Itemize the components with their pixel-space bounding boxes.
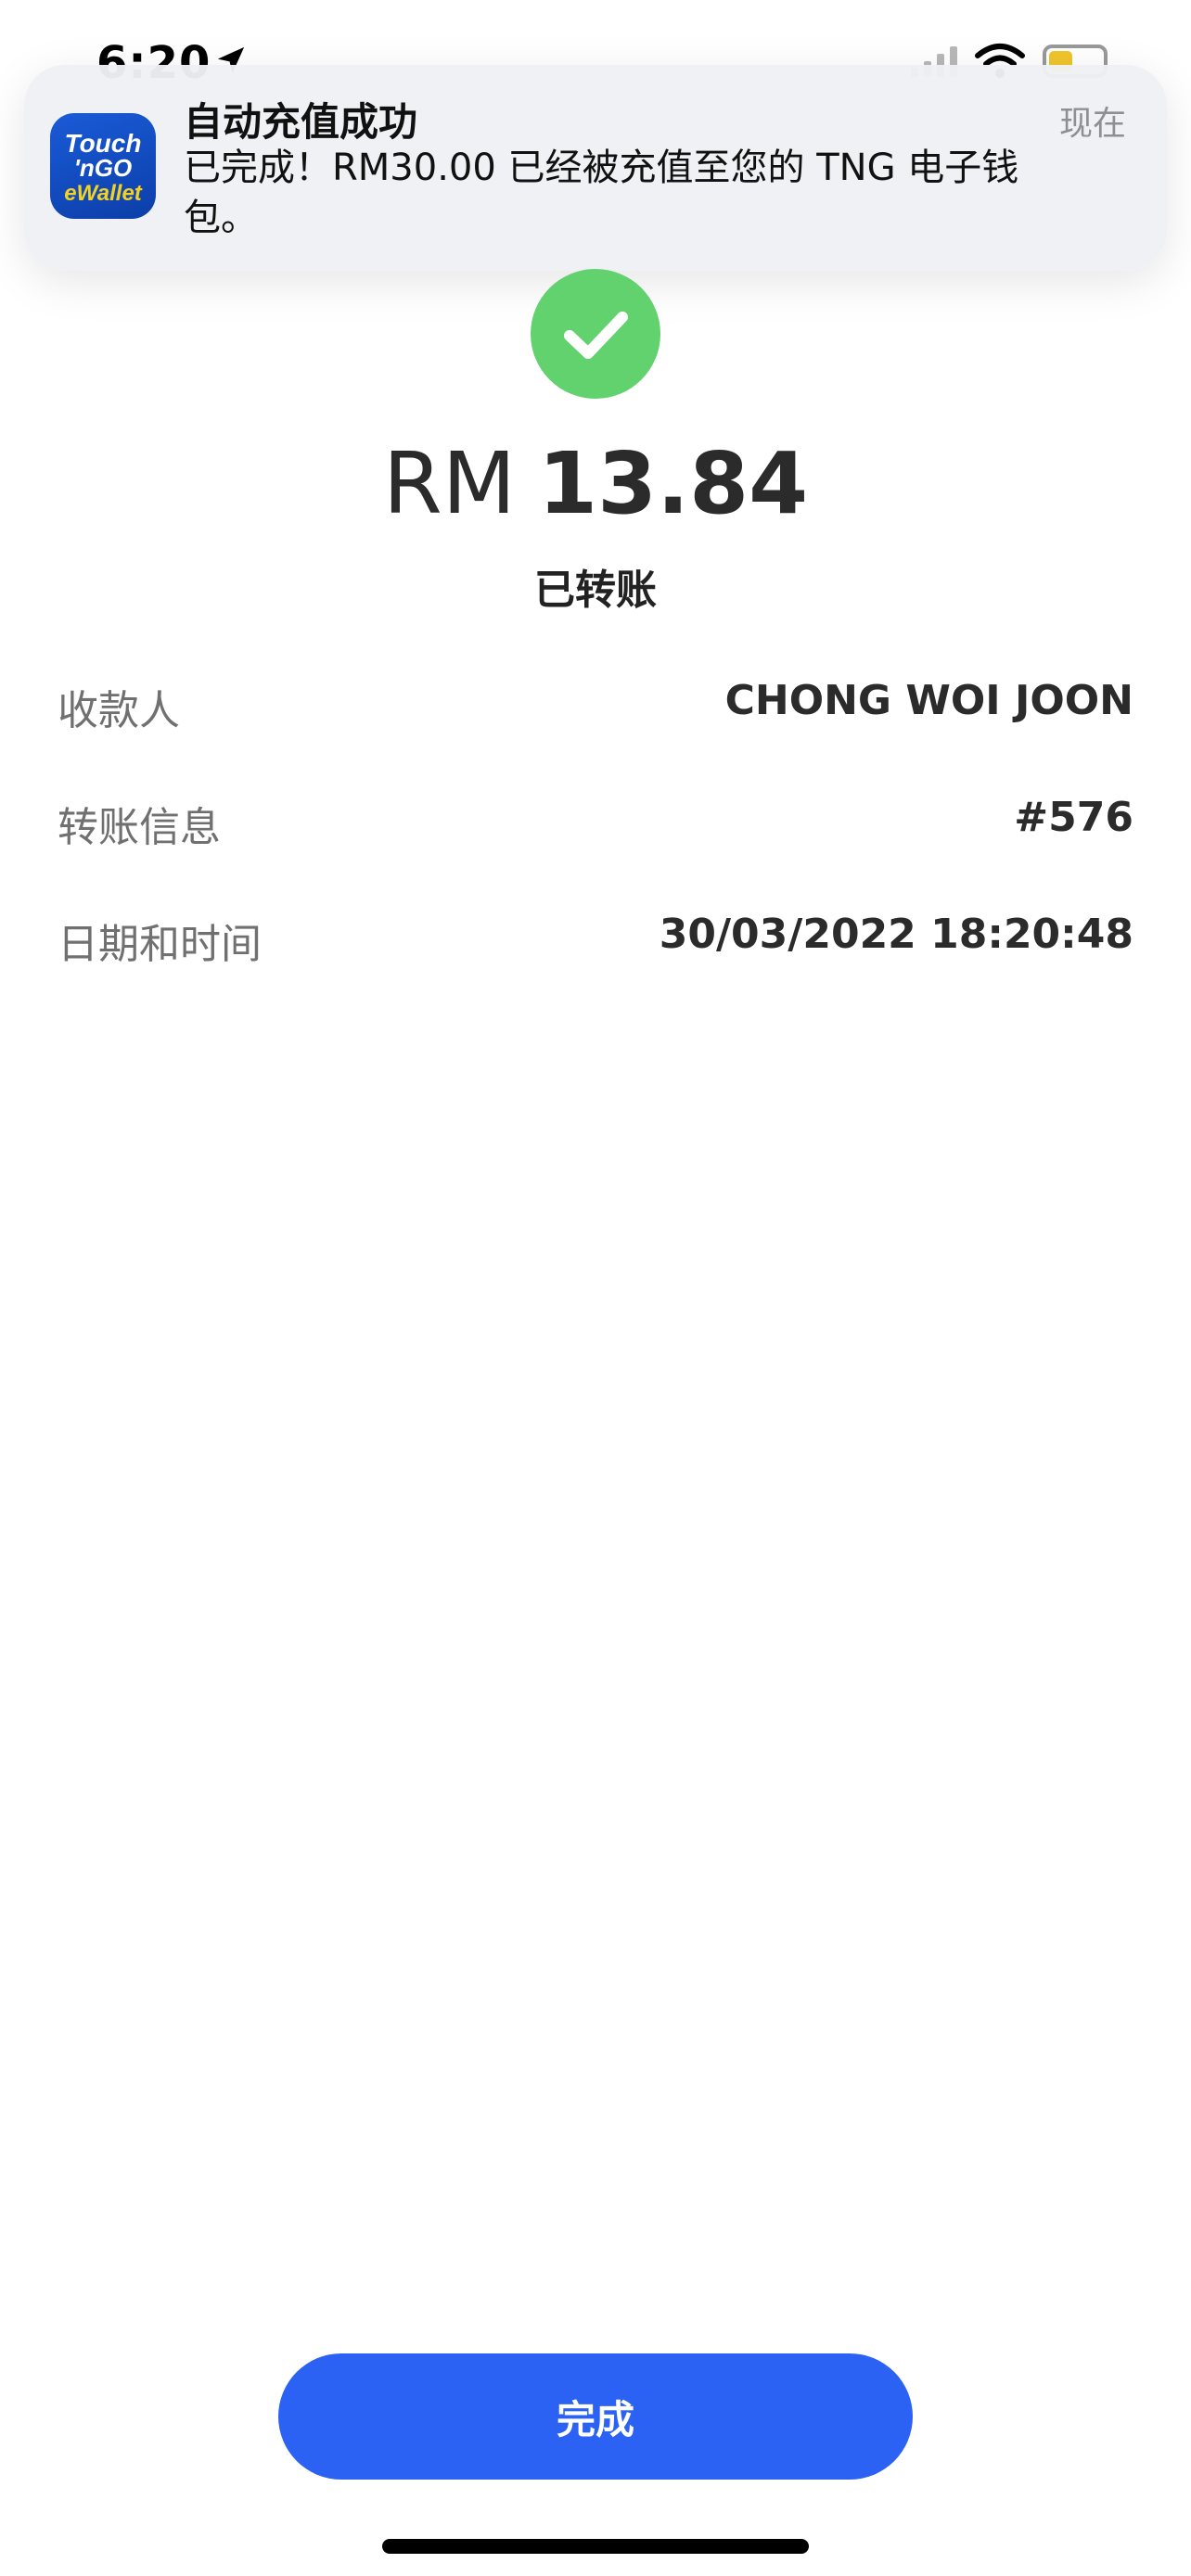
notification-time: 现在 xyxy=(1058,105,1126,143)
svg-text:'nGO: 'nGO xyxy=(74,154,133,182)
recipient-label: 收款人 xyxy=(58,687,180,734)
reference-label: 转账信息 xyxy=(58,804,221,851)
notification-title: 自动充值成功 xyxy=(184,99,418,145)
amount-value: 13.84 xyxy=(538,434,809,533)
notification-body: 已完成！RM30.00 已经被充值至您的 TNG 电子钱包。 xyxy=(184,147,1019,239)
tng-ewallet-app-icon: Touch 'nGO eWallet xyxy=(50,113,156,219)
notification-banner[interactable]: Touch 'nGO eWallet 自动充值成功 现在 已完成！RM30.00… xyxy=(24,65,1167,271)
svg-text:eWallet: eWallet xyxy=(64,181,143,206)
recipient-value: CHONG WOI JOON xyxy=(724,677,1133,724)
amount-currency: RM xyxy=(382,434,517,533)
datetime-value: 30/03/2022 18:20:48 xyxy=(659,911,1133,958)
home-indicator[interactable] xyxy=(382,2539,809,2554)
datetime-label: 日期和时间 xyxy=(58,921,262,968)
transfer-status: 已转账 xyxy=(534,567,657,614)
transfer-amount: RM 13.84 xyxy=(0,434,1191,533)
detail-row-recipient: 收款人 CHONG WOI JOON xyxy=(58,677,1133,794)
reference-value: #576 xyxy=(1014,794,1133,841)
done-button[interactable]: 完成 xyxy=(278,2353,913,2480)
transaction-details: 收款人 CHONG WOI JOON 转账信息 #576 日期和时间 30/03… xyxy=(58,677,1133,1027)
detail-row-datetime: 日期和时间 30/03/2022 18:20:48 xyxy=(58,911,1133,1027)
detail-row-reference: 转账信息 #576 xyxy=(58,794,1133,911)
success-checkmark-icon xyxy=(531,269,660,399)
